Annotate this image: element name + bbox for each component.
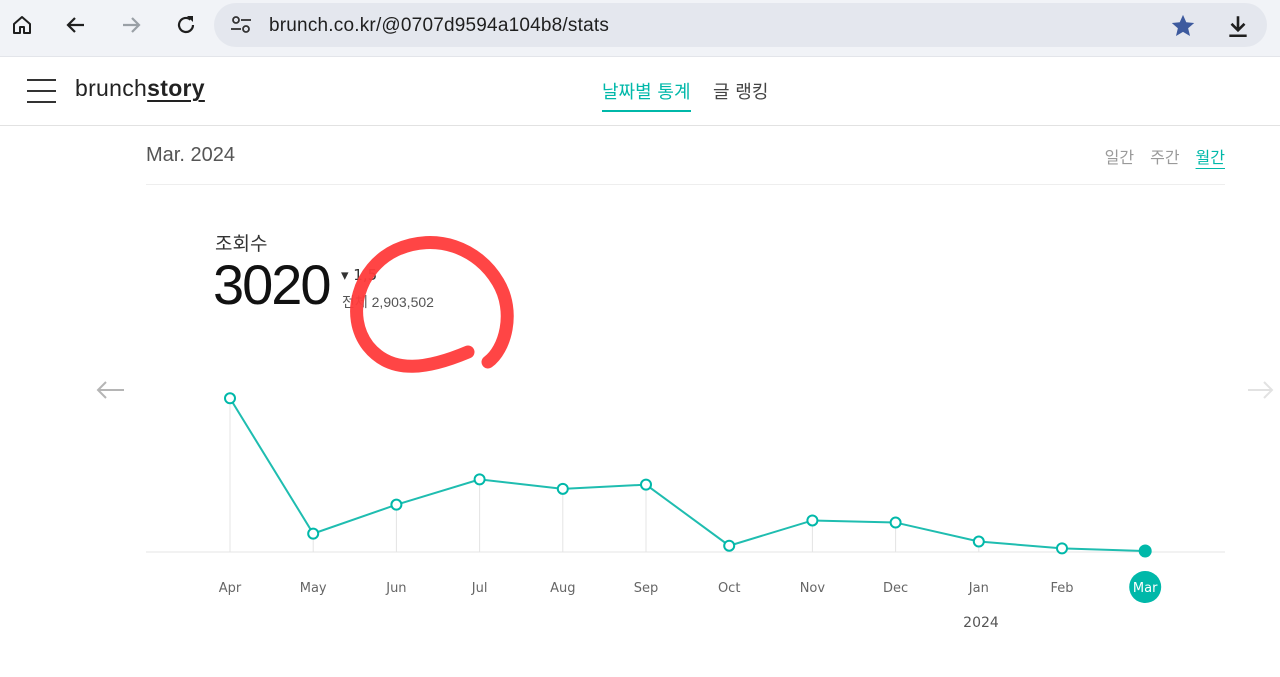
home-icon[interactable] xyxy=(2,9,42,41)
data-point-sep[interactable] xyxy=(640,478,652,491)
metric-value: 3020 xyxy=(213,253,332,316)
metric-total: 전체 2,903,502 xyxy=(342,294,434,310)
forward-arrow-icon[interactable] xyxy=(111,9,151,41)
back-arrow-icon[interactable] xyxy=(56,9,96,41)
tab-post-ranking[interactable]: 글 랭킹 xyxy=(713,78,768,110)
data-point-feb[interactable] xyxy=(1056,542,1068,555)
x-tick-apr[interactable]: Apr xyxy=(219,581,242,596)
previous-arrow-icon[interactable] xyxy=(94,378,126,402)
data-point-nov[interactable] xyxy=(806,514,819,527)
year-label: 2024 xyxy=(963,615,999,631)
tab-daily-stats[interactable]: 날짜별 통계 xyxy=(602,78,691,112)
address-bar[interactable]: brunch.co.kr/@0707d9594a104b8/stats xyxy=(214,3,1267,47)
range-monthly[interactable]: 월간 xyxy=(1196,144,1225,168)
x-tick-oct[interactable]: Oct xyxy=(718,581,740,596)
data-point-apr[interactable] xyxy=(224,392,236,405)
reload-icon[interactable] xyxy=(166,9,206,41)
x-tick-aug[interactable]: Aug xyxy=(550,581,575,596)
download-icon[interactable] xyxy=(1225,13,1251,39)
brunchstory-logo[interactable]: brunchstory xyxy=(75,75,205,102)
selected-month-badge[interactable] xyxy=(1129,571,1162,603)
x-tick-mar[interactable]: Mar xyxy=(1133,581,1158,596)
data-point-oct[interactable] xyxy=(723,539,736,552)
metric-change: ▾ 1,5 xyxy=(341,266,378,284)
x-tick-feb[interactable]: Feb xyxy=(1050,581,1073,596)
x-tick-may[interactable]: May xyxy=(300,581,327,596)
period-bar: Mar. 2024 일간 주간 월간 xyxy=(146,126,1225,185)
data-point-aug[interactable] xyxy=(556,482,569,495)
url-text[interactable]: brunch.co.kr/@0707d9594a104b8/stats xyxy=(269,15,609,37)
next-arrow-icon[interactable] xyxy=(1246,378,1276,402)
data-point-mar[interactable] xyxy=(1138,544,1152,558)
data-point-jun[interactable] xyxy=(390,498,403,511)
range-weekly[interactable]: 주간 xyxy=(1150,144,1179,168)
browser-toolbar: brunch.co.kr/@0707d9594a104b8/stats xyxy=(0,0,1280,57)
bookmark-star-icon[interactable] xyxy=(1169,12,1197,40)
data-point-dec[interactable] xyxy=(889,516,902,529)
x-tick-jun[interactable]: Jun xyxy=(385,581,406,596)
x-tick-jan[interactable]: Jan xyxy=(968,581,989,596)
x-tick-jul[interactable]: Jul xyxy=(471,581,488,596)
period-label: Mar. 2024 xyxy=(146,144,235,166)
views-series-line xyxy=(229,397,1146,552)
range-tabs: 일간 주간 월간 xyxy=(1105,144,1225,168)
menu-icon[interactable] xyxy=(27,79,56,103)
data-point-jan[interactable] xyxy=(972,535,985,548)
range-daily[interactable]: 일간 xyxy=(1105,144,1134,168)
x-tick-sep[interactable]: Sep xyxy=(634,581,659,596)
x-tick-nov[interactable]: Nov xyxy=(800,581,826,596)
site-header: brunchstory 날짜별 통계 글 랭킹 xyxy=(0,58,1280,126)
data-point-jul[interactable] xyxy=(473,473,486,486)
data-point-may[interactable] xyxy=(307,527,320,540)
x-tick-dec[interactable]: Dec xyxy=(883,581,908,596)
site-settings-icon[interactable] xyxy=(230,15,252,35)
